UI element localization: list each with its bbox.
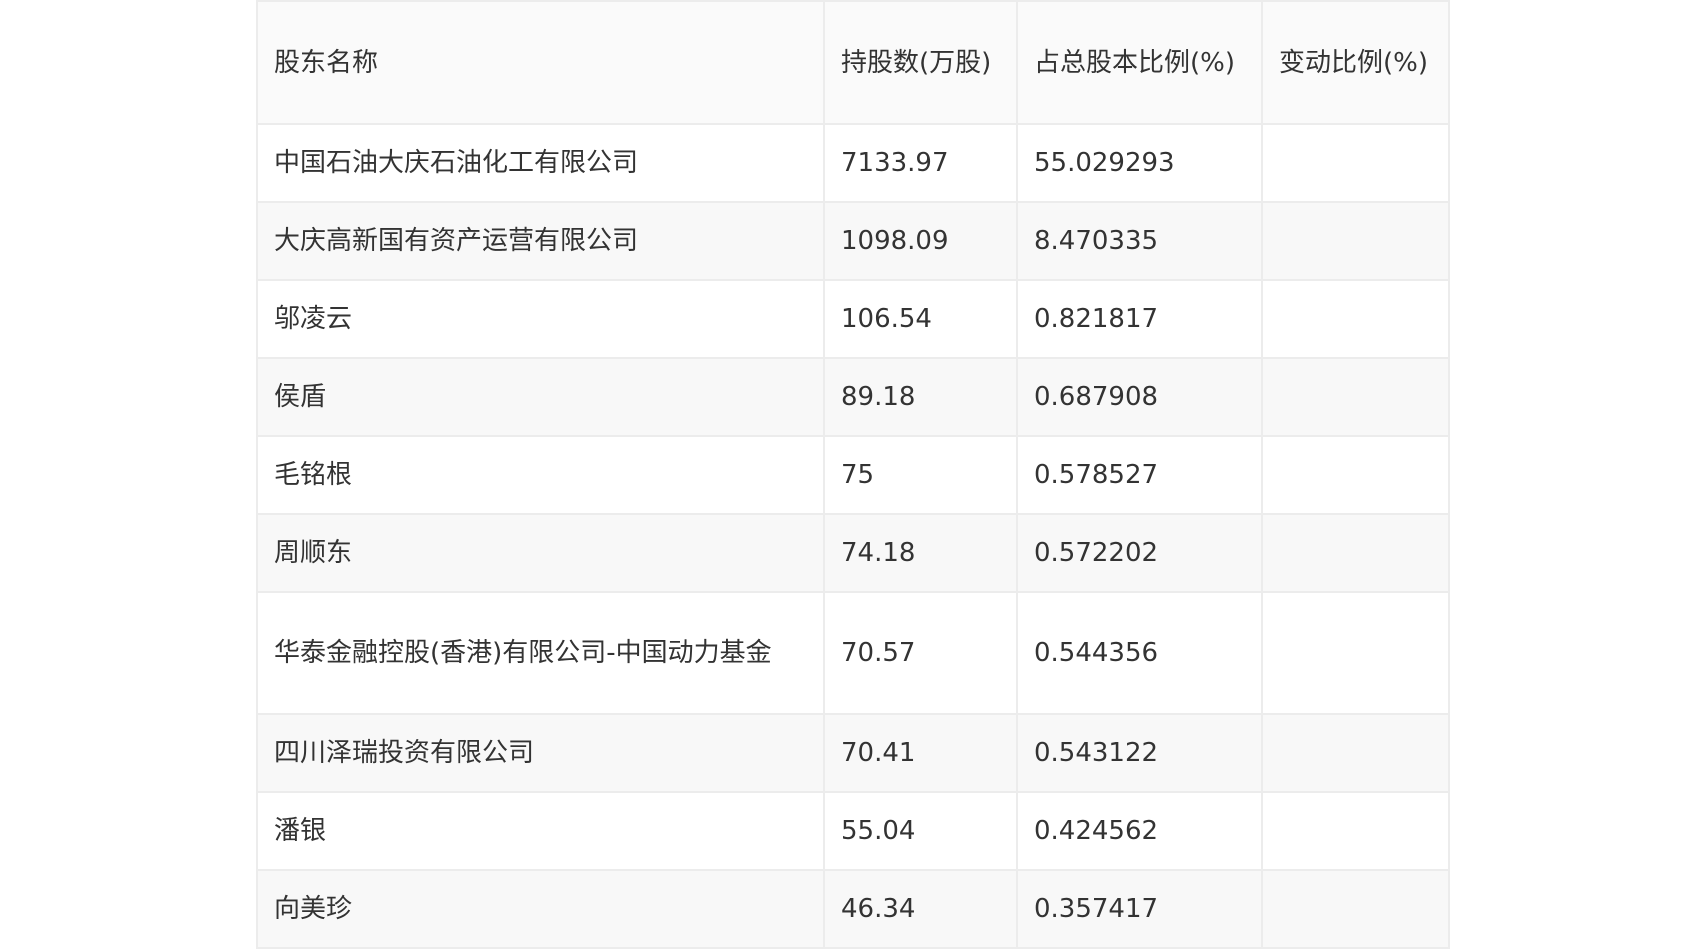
cell-shares-held: 106.54	[823, 279, 1018, 359]
cell-shares-held: 70.57	[823, 591, 1018, 715]
cell-change-ratio	[1261, 591, 1450, 715]
cell-shares-held: 7133.97	[823, 123, 1018, 203]
cell-share-ratio: 0.821817	[1016, 279, 1263, 359]
table-header-row: 股东名称 持股数(万股) 占总股本比例(%) 变动比例(%)	[256, 0, 1450, 125]
cell-change-ratio	[1261, 435, 1450, 515]
cell-shares-held: 74.18	[823, 513, 1018, 593]
cell-change-ratio	[1261, 513, 1450, 593]
cell-share-ratio: 0.578527	[1016, 435, 1263, 515]
cell-shares-held: 46.34	[823, 869, 1018, 949]
cell-change-ratio	[1261, 791, 1450, 871]
table-row: 潘银 55.04 0.424562	[256, 791, 1450, 871]
header-shareholder-name: 股东名称	[256, 0, 825, 125]
table-row: 毛铭根 75 0.578527	[256, 435, 1450, 515]
table-row: 向美珍 46.34 0.357417	[256, 869, 1450, 949]
table-row: 中国石油大庆石油化工有限公司 7133.97 55.029293	[256, 123, 1450, 203]
cell-shareholder-name: 毛铭根	[256, 435, 825, 515]
table-row: 华泰金融控股(香港)有限公司-中国动力基金 70.57 0.544356	[256, 591, 1450, 715]
cell-change-ratio	[1261, 279, 1450, 359]
cell-shares-held: 1098.09	[823, 201, 1018, 281]
cell-share-ratio: 0.543122	[1016, 713, 1263, 793]
cell-share-ratio: 8.470335	[1016, 201, 1263, 281]
table-row: 周顺东 74.18 0.572202	[256, 513, 1450, 593]
table-row: 四川泽瑞投资有限公司 70.41 0.543122	[256, 713, 1450, 793]
cell-shares-held: 75	[823, 435, 1018, 515]
table-row: 大庆高新国有资产运营有限公司 1098.09 8.470335	[256, 201, 1450, 281]
cell-shareholder-name: 邬凌云	[256, 279, 825, 359]
header-share-ratio: 占总股本比例(%)	[1016, 0, 1263, 125]
cell-shareholder-name: 四川泽瑞投资有限公司	[256, 713, 825, 793]
cell-share-ratio: 0.544356	[1016, 591, 1263, 715]
cell-change-ratio	[1261, 713, 1450, 793]
header-shares-held: 持股数(万股)	[823, 0, 1018, 125]
table-row: 侯盾 89.18 0.687908	[256, 357, 1450, 437]
cell-shareholder-name: 向美珍	[256, 869, 825, 949]
cell-shareholder-name: 潘银	[256, 791, 825, 871]
cell-change-ratio	[1261, 869, 1450, 949]
cell-shares-held: 70.41	[823, 713, 1018, 793]
cell-change-ratio	[1261, 357, 1450, 437]
cell-shareholder-name: 大庆高新国有资产运营有限公司	[256, 201, 825, 281]
shareholder-table-container: 股东名称 持股数(万股) 占总股本比例(%) 变动比例(%) 中国石油大庆石油化…	[256, 0, 1450, 949]
header-change-ratio: 变动比例(%)	[1261, 0, 1450, 125]
cell-share-ratio: 0.687908	[1016, 357, 1263, 437]
cell-change-ratio	[1261, 201, 1450, 281]
cell-share-ratio: 0.357417	[1016, 869, 1263, 949]
cell-shareholder-name: 中国石油大庆石油化工有限公司	[256, 123, 825, 203]
cell-shareholder-name: 周顺东	[256, 513, 825, 593]
cell-shares-held: 55.04	[823, 791, 1018, 871]
shareholder-table: 股东名称 持股数(万股) 占总股本比例(%) 变动比例(%) 中国石油大庆石油化…	[256, 0, 1450, 949]
cell-share-ratio: 0.424562	[1016, 791, 1263, 871]
cell-share-ratio: 55.029293	[1016, 123, 1263, 203]
cell-share-ratio: 0.572202	[1016, 513, 1263, 593]
cell-shareholder-name: 侯盾	[256, 357, 825, 437]
cell-change-ratio	[1261, 123, 1450, 203]
cell-shareholder-name: 华泰金融控股(香港)有限公司-中国动力基金	[256, 591, 825, 715]
table-row: 邬凌云 106.54 0.821817	[256, 279, 1450, 359]
cell-shares-held: 89.18	[823, 357, 1018, 437]
